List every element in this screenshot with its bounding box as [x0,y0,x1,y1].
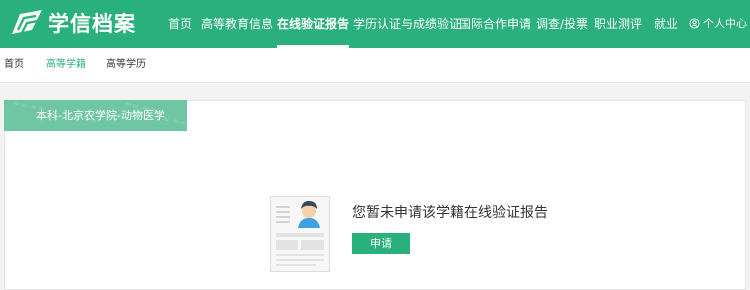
subnav-higher-enrollment[interactable]: 高等学籍 [46,48,86,82]
subnav-home[interactable]: 首页 [4,48,24,82]
record-tab-label: 本科-北京农学院-动物医学 [36,109,165,122]
subnav-higher-degree[interactable]: 高等学历 [106,48,146,82]
document-profile-icon [270,196,330,272]
empty-state-message: 您暂未申请该学籍在线验证报告 [352,205,548,221]
top-navigation-bar: 学信档案 首页 高等教育信息 在线验证报告 学历认证与成绩验证 国际合作申请 调… [0,0,750,48]
nav-employment[interactable]: 就业 [654,0,678,48]
nav-higher-education-info[interactable]: 高等教育信息 [201,0,273,48]
apply-button[interactable]: 申请 [352,233,410,254]
logo-icon [12,10,42,34]
record-tab[interactable]: ≈≈ ≈≈ ≈≈ ≈≈ ≈≈ ≈≈ ≈≈ ≈≈ 本科-北京农学院-动物医学 [4,100,187,131]
nav-online-verification-report[interactable]: 在线验证报告 [277,0,350,48]
nav-home[interactable]: 首页 [168,0,192,48]
user-center-menu[interactable]: 个人中心 [689,0,750,48]
nav-international-cooperation[interactable]: 国际合作申请 [459,0,531,48]
user-center-label: 个人中心 [703,17,747,30]
nav-degree-authentication[interactable]: 学历认证与成绩验证 [353,0,461,48]
user-circle-icon [689,18,700,29]
brand-title[interactable]: 学信档案 [48,10,136,38]
nav-online-verification-report-label: 在线验证报告 [277,17,350,31]
nav-survey-vote[interactable]: 调查/投票 [536,0,588,48]
sub-navigation: 首页 高等学籍 高等学历 [0,48,750,83]
nav-career-assessment[interactable]: 职业测评 [594,0,642,48]
